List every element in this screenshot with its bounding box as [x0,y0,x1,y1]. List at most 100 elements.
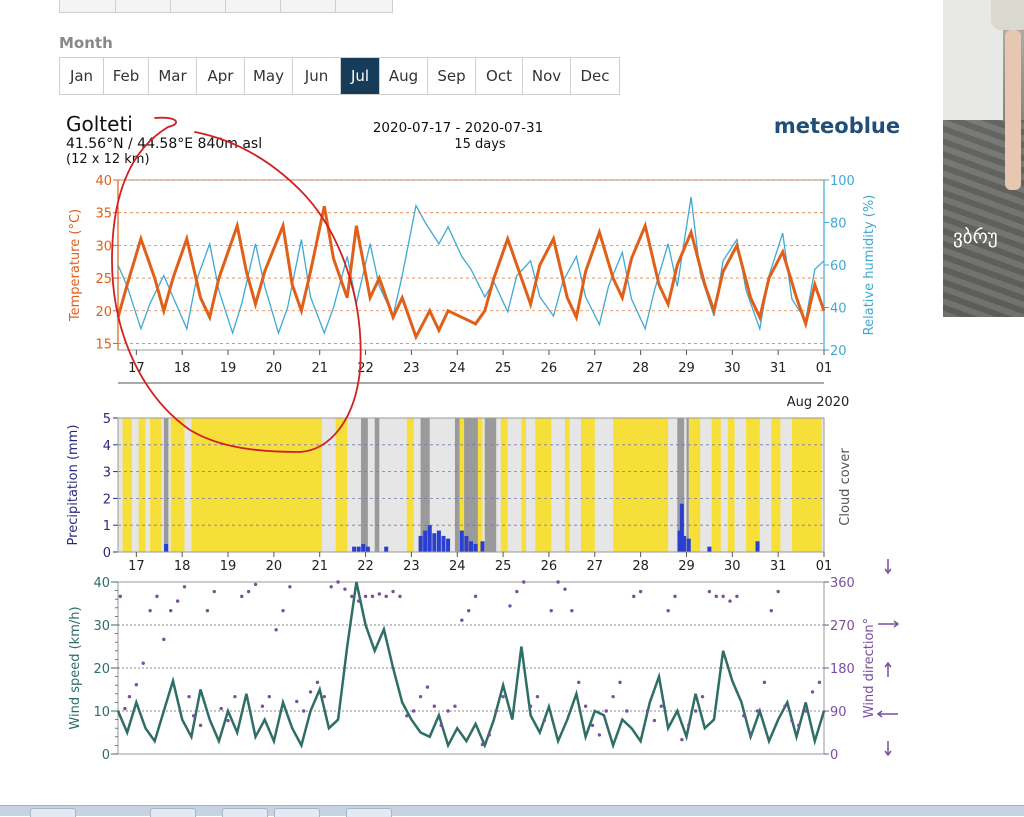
wind-direction-point [556,580,560,584]
x-tick-label: 27 [587,361,604,376]
wind-direction-point [748,733,753,737]
sunny-period [406,418,414,552]
wind-direction-point [666,608,670,613]
wind-direction-point [625,709,629,713]
y2-axis-label: Wind direction° [862,618,877,718]
precip-bar [755,541,760,552]
overcast-period [484,418,497,552]
sunny-period [564,418,570,552]
wind-direction-point [460,618,464,622]
temperature-humidity-panel: 15 20 25 30 35 40 20 40 60 80 100 Temperature (°C) R… [68,174,877,410]
wind-direction-point [439,723,443,728]
wind-direction-point [549,608,553,613]
wind-direction-point [673,594,677,599]
wind-direction-point [810,690,815,694]
wind-direction-point [405,714,409,718]
y-tick-label: 25 [95,272,112,287]
precip-bar [164,543,169,552]
wind-direction-point [467,608,471,613]
precip-bar [446,538,451,552]
meteogram: Golteti 41.56°N / 44.58°E 840m asl (12 x… [66,112,900,763]
x-tick-label: 18 [174,559,191,574]
x-tick-label: 25 [495,559,512,574]
wind-direction-point [728,599,732,603]
y-tick-label: 30 [93,619,110,634]
wind-direction-point [590,723,595,728]
taskbar-button[interactable] [274,808,320,817]
wind-direction-point [370,594,375,599]
wind-direction-point [583,704,588,708]
precip-bar [365,546,370,552]
wind-direction-point [693,709,698,713]
wind-direction-point [790,718,794,723]
y2-tick-label: 80 [830,217,847,232]
wind-direction-point [453,704,457,708]
direction-arrow-icon [876,710,898,718]
x-tick-label: 22 [357,559,374,574]
wind-direction-point [308,690,313,694]
precip-bar [464,535,469,552]
brand-logo[interactable]: meteoblue [774,114,900,138]
sunny-period [581,418,595,552]
y2-tick-label: 360 [830,576,855,591]
wind-direction-point [645,709,650,713]
location-grid: (12 x 12 km) [66,152,150,167]
precipitation-panel: 012345Precipitation (mm) Cloud cover17 18 1… [66,412,853,574]
sunny-period [688,418,701,552]
sunny-period [727,418,735,552]
wind-direction-point [769,608,773,613]
wind-direction-point [618,680,622,685]
taskbar-button[interactable] [30,808,76,817]
precip-bar [418,535,423,552]
precip-bar [473,543,478,552]
sunny-period [771,418,781,552]
wind-direction-point [762,680,767,685]
sunny-period [122,418,132,552]
wind-direction-point [432,704,437,708]
date-range: 2020-07-17 - 2020-07-31 [373,120,543,136]
wind-direction-point [783,704,787,708]
precip-bar [480,541,485,552]
y-tick-label: 40 [95,174,112,189]
y-tick-label: 40 [93,576,110,591]
taskbar-button[interactable] [222,808,268,817]
wind-direction-point [226,718,230,723]
precip-bar [686,538,691,552]
wind-direction-point [198,723,203,728]
x-tick-label: 31 [770,361,787,376]
taskbar-button[interactable] [346,808,392,817]
precip-bar [682,535,687,552]
wind-direction-point [267,694,271,699]
month-year-label: Aug 2020 [787,395,850,410]
wind-direction-point [577,680,581,685]
wind-direction-point [721,594,725,599]
hand-drawn-circle [111,116,362,453]
wind-direction-point [288,585,292,589]
annotation-stroke [111,116,362,453]
y-tick-label: 20 [95,305,112,320]
y-axis-label: Precipitation (mm) [66,425,81,546]
x-tick-label: 19 [220,559,237,574]
wind-direction-point [638,589,643,594]
wind-direction-point [169,608,173,613]
x-tick-label: 24 [449,559,466,574]
taskbar-button[interactable] [150,808,196,817]
overcast-period [464,418,478,552]
temperature-series-line [116,205,826,341]
wind-direction-point [295,699,299,704]
wind-direction-point [425,685,430,689]
direction-arrow-icon [884,559,892,575]
wind-direction-point [187,694,191,699]
wind-direction-point [687,723,691,728]
sunny-period [711,418,721,552]
sunny-period [535,418,552,552]
precip-bar [361,543,366,552]
wind-direction-point [659,704,663,708]
wind-direction-point [219,706,223,711]
wind-direction-point [411,709,416,713]
x-tick-label: 23 [403,559,420,574]
precip-bar [707,546,712,552]
wind-direction-point [134,683,139,687]
wind-direction-point [707,589,712,594]
x-tick-label: 24 [449,361,466,376]
